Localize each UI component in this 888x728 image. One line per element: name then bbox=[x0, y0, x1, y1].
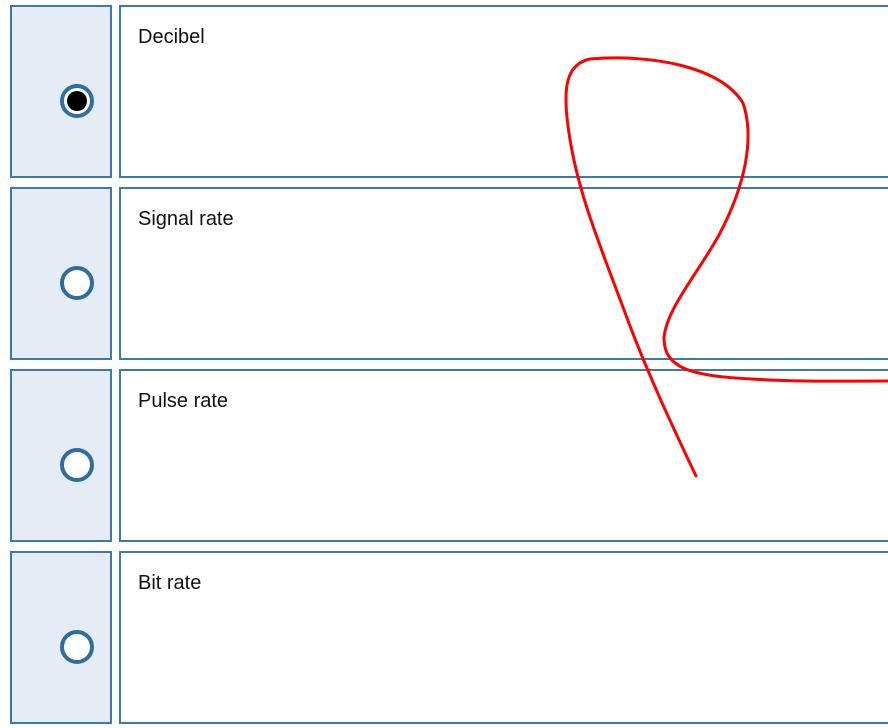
radio-button-pulse-rate[interactable] bbox=[60, 448, 94, 482]
radio-button-decibel[interactable] bbox=[60, 84, 94, 118]
option-text-cell[interactable]: Signal rate bbox=[119, 187, 888, 360]
option-label: Pulse rate bbox=[138, 390, 229, 412]
radio-button-bit-rate[interactable] bbox=[60, 630, 94, 664]
option-text-cell[interactable]: Bit rate bbox=[119, 551, 888, 724]
radio-dot-icon bbox=[67, 91, 87, 111]
option-label: Bit rate bbox=[138, 572, 202, 594]
option-row-decibel[interactable]: Decibel bbox=[0, 0, 888, 182]
option-row-pulse-rate[interactable]: Pulse rate bbox=[0, 364, 888, 546]
option-text-cell[interactable]: Decibel bbox=[119, 5, 888, 178]
option-row-bit-rate[interactable]: Bit rate bbox=[0, 546, 888, 728]
option-label: Decibel bbox=[138, 26, 205, 48]
option-selector-cell[interactable] bbox=[10, 5, 112, 178]
option-row-signal-rate[interactable]: Signal rate bbox=[0, 182, 888, 364]
option-label: Signal rate bbox=[138, 208, 234, 230]
option-selector-cell[interactable] bbox=[10, 187, 112, 360]
answer-options-list: Decibel Signal rate Pulse rate Bit rate bbox=[0, 0, 888, 724]
option-selector-cell[interactable] bbox=[10, 369, 112, 542]
option-selector-cell[interactable] bbox=[10, 551, 112, 724]
option-text-cell[interactable]: Pulse rate bbox=[119, 369, 888, 542]
radio-button-signal-rate[interactable] bbox=[60, 266, 94, 300]
